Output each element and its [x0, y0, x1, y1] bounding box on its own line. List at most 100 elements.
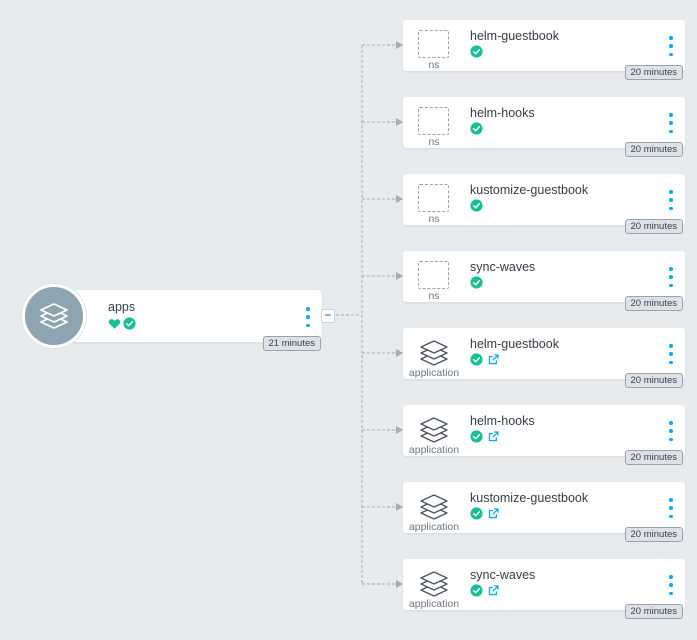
- root-more-menu-button[interactable]: [305, 307, 311, 327]
- node-status: [470, 353, 500, 366]
- menu-dot: [669, 360, 673, 364]
- check-circle-icon: [470, 122, 483, 135]
- node-age: 20 minutes: [624, 142, 683, 157]
- menu-dot: [669, 190, 673, 194]
- root-app-age: 21 minutes: [262, 336, 321, 351]
- node-status: [470, 430, 500, 443]
- menu-dot: [669, 437, 673, 441]
- menu-dot: [669, 506, 673, 510]
- layers-icon: [420, 417, 448, 443]
- menu-dot: [669, 198, 673, 202]
- node-name: kustomize-guestbook: [470, 183, 589, 197]
- menu-dot: [669, 206, 673, 210]
- external-link-icon[interactable]: [487, 584, 500, 597]
- node-kind-label: application: [408, 521, 460, 533]
- check-circle-icon: [470, 45, 483, 58]
- node-kind-label: ns: [428, 213, 440, 225]
- root-app-icon-circle: [22, 284, 86, 348]
- layers-icon: [420, 494, 448, 520]
- node-icon: ns: [403, 97, 465, 148]
- node-name: helm-hooks: [470, 414, 535, 428]
- node-kind-label: ns: [428, 290, 440, 302]
- node-kind-label: ns: [428, 136, 440, 148]
- menu-dot: [669, 267, 673, 271]
- node-age: 20 minutes: [624, 604, 683, 619]
- namespace-icon: [418, 261, 449, 289]
- node-status: [470, 199, 483, 212]
- node-age: 20 minutes: [624, 219, 683, 234]
- application-node[interactable]: application kustomize-guestbook 20 minutes: [403, 482, 685, 542]
- namespace-node[interactable]: ns kustomize-guestbook 20 minutes: [403, 174, 685, 234]
- node-more-menu-button[interactable]: [668, 36, 674, 56]
- menu-dot: [306, 307, 310, 311]
- node-kind-label: application: [408, 367, 460, 379]
- namespace-icon: [418, 30, 449, 58]
- node-icon: ns: [403, 174, 465, 225]
- root-app-status: [108, 317, 136, 330]
- node-name: helm-hooks: [470, 106, 535, 120]
- node-more-menu-button[interactable]: [668, 113, 674, 133]
- external-link-icon[interactable]: [487, 430, 500, 443]
- node-name: sync-waves: [470, 260, 536, 274]
- menu-dot: [669, 121, 673, 125]
- node-kind-label: ns: [428, 59, 440, 71]
- node-more-menu-button[interactable]: [668, 498, 674, 518]
- node-name: helm-guestbook: [470, 337, 559, 351]
- namespace-icon: [418, 184, 449, 212]
- menu-dot: [669, 591, 673, 595]
- collapse-children-button[interactable]: −: [321, 309, 335, 323]
- node-status: [470, 122, 483, 135]
- node-kind-label: application: [408, 444, 460, 456]
- node-more-menu-button[interactable]: [668, 344, 674, 364]
- external-link-icon[interactable]: [487, 353, 500, 366]
- node-name: helm-guestbook: [470, 29, 559, 43]
- node-age: 20 minutes: [624, 65, 683, 80]
- menu-dot: [669, 36, 673, 40]
- menu-dot: [669, 498, 673, 502]
- heart-icon: [108, 319, 121, 329]
- node-icon: application: [403, 405, 465, 456]
- menu-dot: [669, 421, 673, 425]
- node-icon: ns: [403, 251, 465, 302]
- node-more-menu-button[interactable]: [668, 575, 674, 595]
- application-node[interactable]: application helm-guestbook 20 minutes: [403, 328, 685, 388]
- menu-dot: [669, 129, 673, 133]
- namespace-icon: [418, 107, 449, 135]
- menu-dot: [669, 429, 673, 433]
- node-icon: application: [403, 482, 465, 533]
- node-icon: ns: [403, 20, 465, 71]
- node-more-menu-button[interactable]: [668, 190, 674, 210]
- check-circle-icon: [470, 276, 483, 289]
- menu-dot: [669, 575, 673, 579]
- node-status: [470, 45, 483, 58]
- node-name: sync-waves: [470, 568, 536, 582]
- node-age: 20 minutes: [624, 373, 683, 388]
- namespace-node[interactable]: ns sync-waves 20 minutes: [403, 251, 685, 311]
- check-circle-icon: [470, 430, 483, 443]
- node-status: [470, 276, 483, 289]
- node-more-menu-button[interactable]: [668, 267, 674, 287]
- menu-dot: [669, 52, 673, 56]
- root-app-name: apps: [108, 300, 136, 314]
- application-node[interactable]: application helm-hooks 20 minutes: [403, 405, 685, 465]
- node-icon: application: [403, 559, 465, 610]
- menu-dot: [306, 315, 310, 319]
- node-age: 20 minutes: [624, 450, 683, 465]
- node-icon: application: [403, 328, 465, 379]
- application-node[interactable]: application sync-waves 20 minutes: [403, 559, 685, 619]
- node-more-menu-button[interactable]: [668, 421, 674, 441]
- check-circle-icon: [470, 507, 483, 520]
- menu-dot: [306, 323, 310, 327]
- external-link-icon[interactable]: [487, 507, 500, 520]
- root-app-node[interactable]: apps 21 minutes: [46, 290, 322, 351]
- menu-dot: [669, 283, 673, 287]
- layers-icon: [420, 340, 448, 366]
- layers-icon: [40, 303, 68, 329]
- menu-dot: [669, 514, 673, 518]
- namespace-node[interactable]: ns helm-guestbook 20 minutes: [403, 20, 685, 80]
- menu-dot: [669, 113, 673, 117]
- node-kind-label: application: [408, 598, 460, 610]
- node-age: 20 minutes: [624, 296, 683, 311]
- namespace-node[interactable]: ns helm-hooks 20 minutes: [403, 97, 685, 157]
- menu-dot: [669, 44, 673, 48]
